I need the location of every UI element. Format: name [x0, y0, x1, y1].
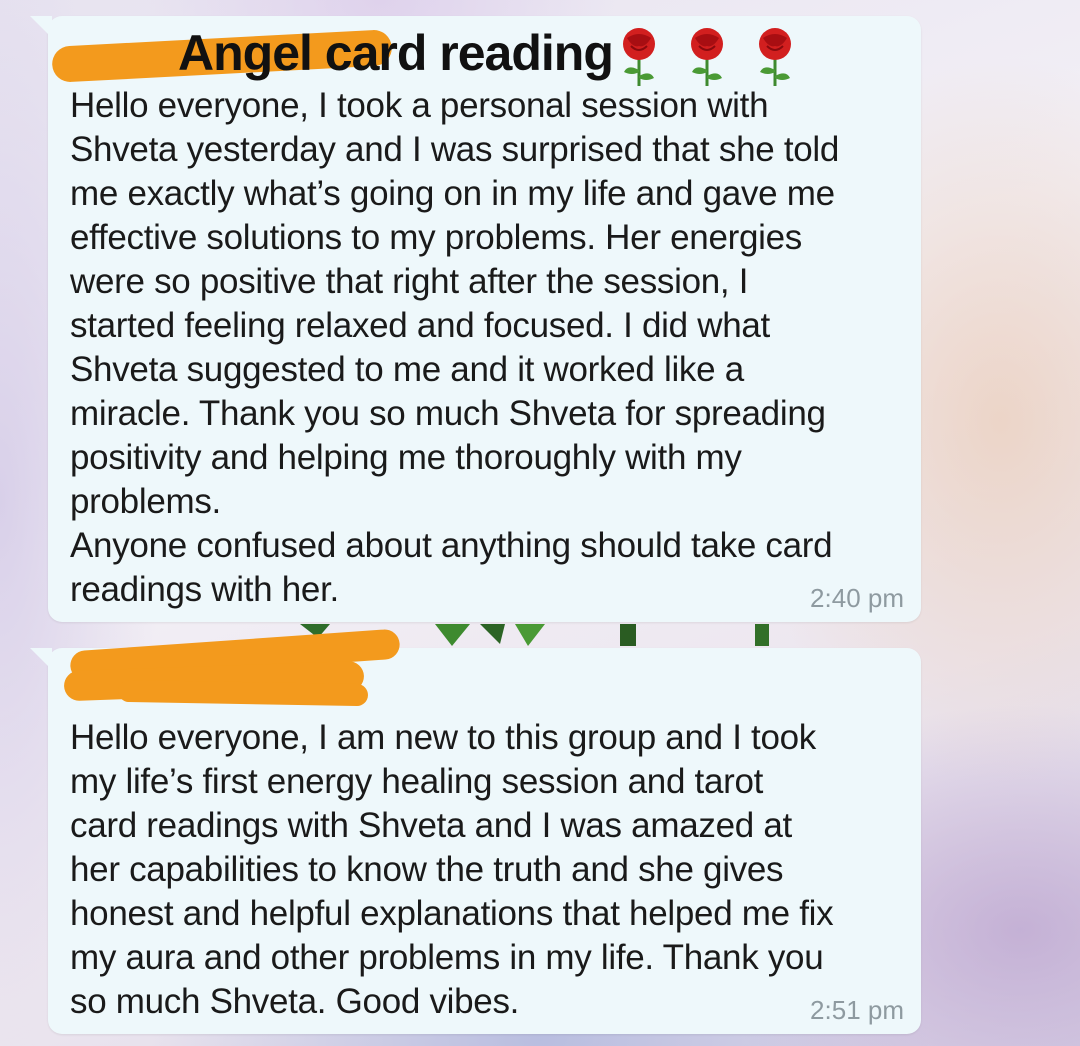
message-timestamp: 2:51 pm: [810, 995, 904, 1025]
rose-icon: [759, 28, 791, 86]
rose-icon: [623, 28, 655, 86]
redaction-mark: [117, 679, 369, 707]
message-text: Hello everyone, I am new to this group a…: [70, 718, 834, 1021]
message-text: Hello everyone, I took a personal sessio…: [70, 86, 840, 609]
rose-icon: [691, 28, 723, 86]
message-bubble-2[interactable]: Hello everyone, I am new to this group a…: [30, 628, 921, 1034]
message-timestamp: 2:40 pm: [810, 583, 904, 613]
bubble-tail: [30, 648, 52, 670]
message-bubble-1[interactable]: Angel card reading Hello everyone, I too…: [30, 16, 921, 622]
sender-name[interactable]: Angel card reading: [178, 22, 614, 84]
bubble-tail: [30, 16, 52, 38]
